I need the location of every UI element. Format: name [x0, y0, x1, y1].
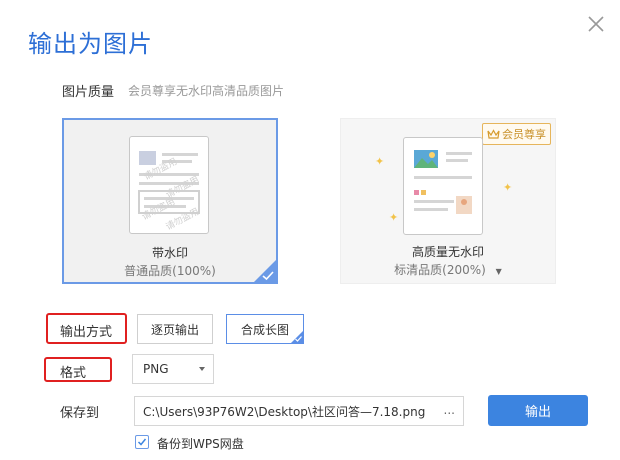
- check-icon: [262, 271, 274, 281]
- output-mode-label: 输出方式: [60, 325, 113, 340]
- long-image-button[interactable]: 合成长图: [226, 314, 304, 344]
- page-by-page-button[interactable]: 逐页输出: [137, 314, 213, 344]
- save-to-label: 保存到: [60, 406, 100, 421]
- quality-dropdown[interactable]: 标清品质(200%) ▼: [341, 261, 555, 278]
- quality-hint: 会员尊享无水印高清品质图片: [128, 84, 285, 98]
- option-sub: 普通品质(100%): [124, 264, 216, 278]
- format-label: 格式: [60, 366, 87, 381]
- document-preview-icon: [403, 137, 483, 235]
- chevron-down-icon: ▼: [495, 267, 502, 276]
- close-icon[interactable]: [584, 12, 608, 36]
- save-path-field[interactable]: C:\Users\93P76W2\Desktop\社区问答—7.18.png .…: [134, 396, 464, 426]
- browse-button[interactable]: ...: [444, 403, 455, 417]
- crown-icon: [487, 129, 500, 139]
- option-sub: 标清品质(200%): [394, 263, 486, 277]
- vip-badge: 会员尊享: [482, 123, 551, 145]
- long-image-label: 合成长图: [240, 322, 289, 337]
- quality-option-hd[interactable]: 会员尊享 ✦ ✦ ✦ 高质量无水印 标清品质(200%) ▼: [340, 118, 556, 284]
- vip-badge-label: 会员尊享: [502, 128, 546, 141]
- sparkle-icon-1: ✦: [375, 155, 385, 168]
- check-icon: [295, 336, 302, 342]
- quality-option-watermark[interactable]: 请勿盗用 请勿盗用 请勿盗用 请勿盗用 带水印 普通品质(100%): [62, 118, 278, 284]
- sparkle-icon-2: ✦: [503, 181, 513, 194]
- save-path-value: C:\Users\93P76W2\Desktop\社区问答—7.18.png: [143, 404, 426, 419]
- format-value: PNG: [143, 362, 169, 376]
- quality-label: 图片质量: [62, 85, 115, 100]
- option-name: 带水印: [151, 246, 188, 260]
- dialog-title: 输出为图片: [28, 30, 153, 58]
- sparkle-icon-3: ✦: [389, 211, 399, 224]
- backup-checkbox[interactable]: [135, 435, 149, 449]
- check-icon: [137, 438, 147, 446]
- format-select[interactable]: PNG: [132, 354, 214, 384]
- export-button[interactable]: 输出: [488, 395, 588, 426]
- backup-label[interactable]: 备份到WPS网盘: [157, 435, 244, 452]
- option-name: 高质量无水印: [411, 245, 484, 259]
- chevron-down-icon: [199, 367, 205, 371]
